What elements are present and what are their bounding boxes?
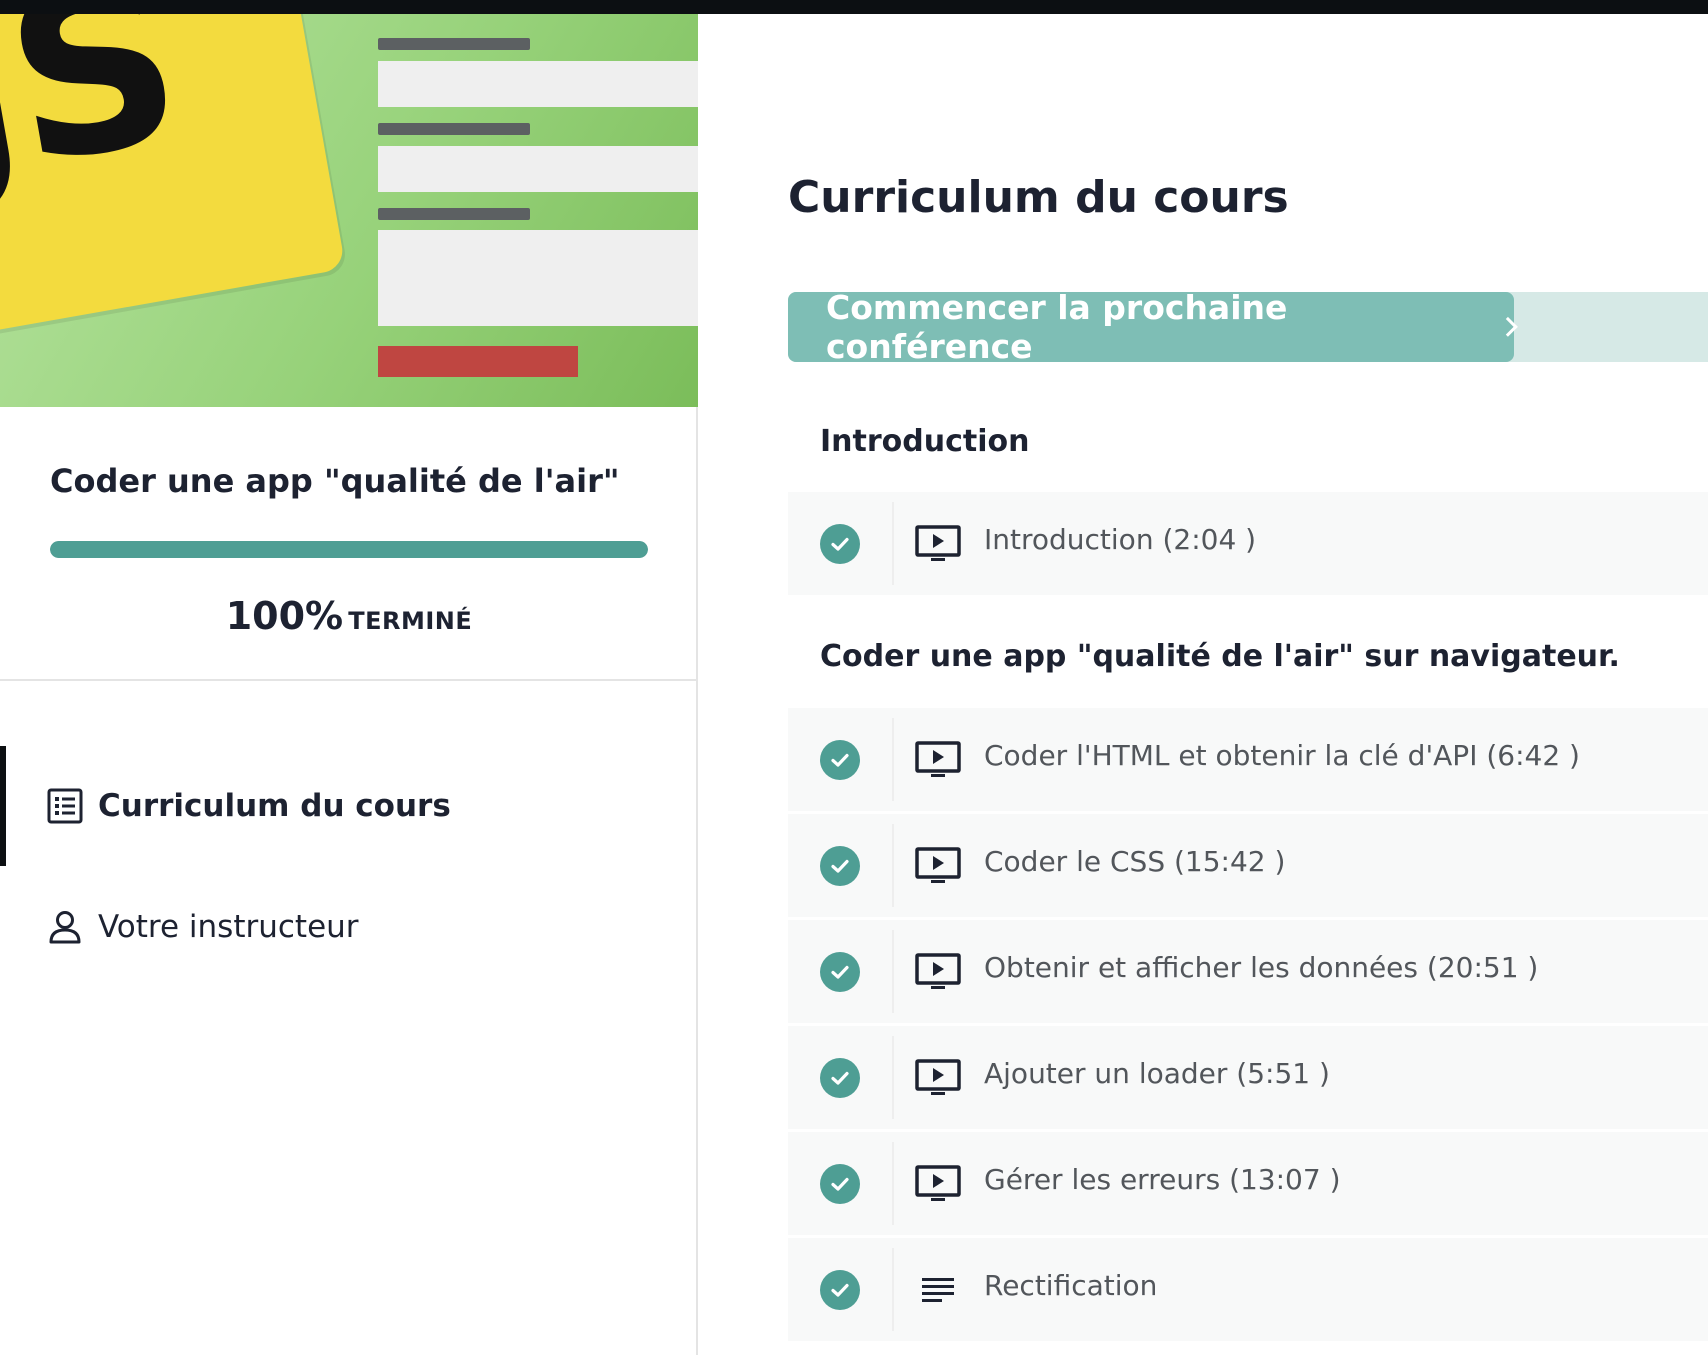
js-logo-text: JS [0, 14, 194, 232]
video-icon [914, 846, 962, 886]
lecture-label: Gérer les erreurs (13:07 ) [984, 1163, 1341, 1196]
sidebar-item-label: Votre instructeur [98, 909, 359, 945]
sidebar-item-instructor[interactable]: Votre instructeur [0, 897, 698, 957]
check-circle-icon [820, 846, 860, 886]
check-circle-icon [820, 524, 860, 564]
lecture-separator [892, 930, 894, 1013]
page-title: Curriculum du cours [788, 172, 1289, 223]
start-next-lecture-button[interactable]: Commencer la prochaine conférence [788, 288, 1517, 366]
lecture-separator [892, 718, 894, 801]
sidebar-item-label: Curriculum du cours [98, 788, 451, 824]
video-icon [914, 524, 962, 564]
lecture-label: Coder l'HTML et obtenir la clé d'API (6:… [984, 739, 1580, 772]
progress-bar-fill [50, 541, 648, 558]
illustration-label-bar [378, 123, 530, 135]
video-icon [914, 1164, 962, 1204]
lecture-label: Ajouter un loader (5:51 ) [984, 1057, 1330, 1090]
check-circle-icon [820, 952, 860, 992]
illustration-label-bar [378, 38, 530, 50]
check-circle-icon [820, 740, 860, 780]
sidebar-divider [0, 679, 698, 681]
illustration-button [378, 346, 578, 377]
lecture-separator [892, 502, 894, 585]
illustration-field [378, 146, 698, 192]
text-icon [914, 1270, 962, 1310]
section-title: Coder une app "qualité de l'air" sur nav… [820, 639, 1620, 674]
progress-label: 100% TERMINÉ [0, 594, 698, 638]
video-icon [914, 740, 962, 780]
lecture-item[interactable]: Coder le CSS (15:42 ) [788, 814, 1708, 917]
lecture-item[interactable]: Ajouter un loader (5:51 ) [788, 1026, 1708, 1129]
progress-bar [50, 541, 648, 558]
check-circle-icon [820, 1058, 860, 1098]
user-icon [46, 908, 84, 946]
sidebar: JS Coder une app "qualité de l'air" 100%… [0, 14, 698, 1355]
js-logo: JS [0, 14, 346, 335]
sidebar-item-curriculum[interactable]: Curriculum du cours [0, 746, 698, 866]
lecture-item[interactable]: Rectification [788, 1238, 1708, 1341]
lecture-item[interactable]: Introduction (2:04 ) [788, 492, 1708, 595]
lecture-separator [892, 1142, 894, 1225]
start-next-lecture-label: Commencer la prochaine conférence [826, 288, 1288, 366]
video-icon [914, 1058, 962, 1098]
lecture-separator [892, 1036, 894, 1119]
lecture-separator [892, 1248, 894, 1331]
video-icon [914, 952, 962, 992]
course-title: Coder une app "qualité de l'air" [50, 462, 620, 500]
illustration-field [378, 230, 698, 326]
progress-status: TERMINÉ [348, 607, 473, 635]
lecture-item[interactable]: Obtenir et afficher les données (20:51 ) [788, 920, 1708, 1023]
top-bar [0, 0, 1708, 14]
lecture-separator [892, 824, 894, 907]
lecture-label: Obtenir et afficher les données (20:51 ) [984, 951, 1539, 984]
progress-percent: 100% [225, 594, 344, 638]
check-circle-icon [820, 1270, 860, 1310]
lecture-label: Coder le CSS (15:42 ) [984, 845, 1286, 878]
course-thumbnail: JS [0, 14, 698, 407]
section-title: Introduction [820, 424, 1030, 459]
lecture-label: Introduction (2:04 ) [984, 523, 1257, 556]
illustration-label-bar [378, 208, 530, 220]
list-icon [46, 787, 84, 825]
lecture-item[interactable]: Gérer les erreurs (13:07 ) [788, 1132, 1708, 1235]
lecture-label: Rectification [984, 1269, 1158, 1302]
curriculum-panel: Curriculum du cours Commencer la prochai… [700, 14, 1708, 1355]
lecture-item[interactable]: Coder l'HTML et obtenir la clé d'API (6:… [788, 708, 1708, 811]
illustration-field [378, 61, 698, 107]
check-circle-icon [820, 1164, 860, 1204]
